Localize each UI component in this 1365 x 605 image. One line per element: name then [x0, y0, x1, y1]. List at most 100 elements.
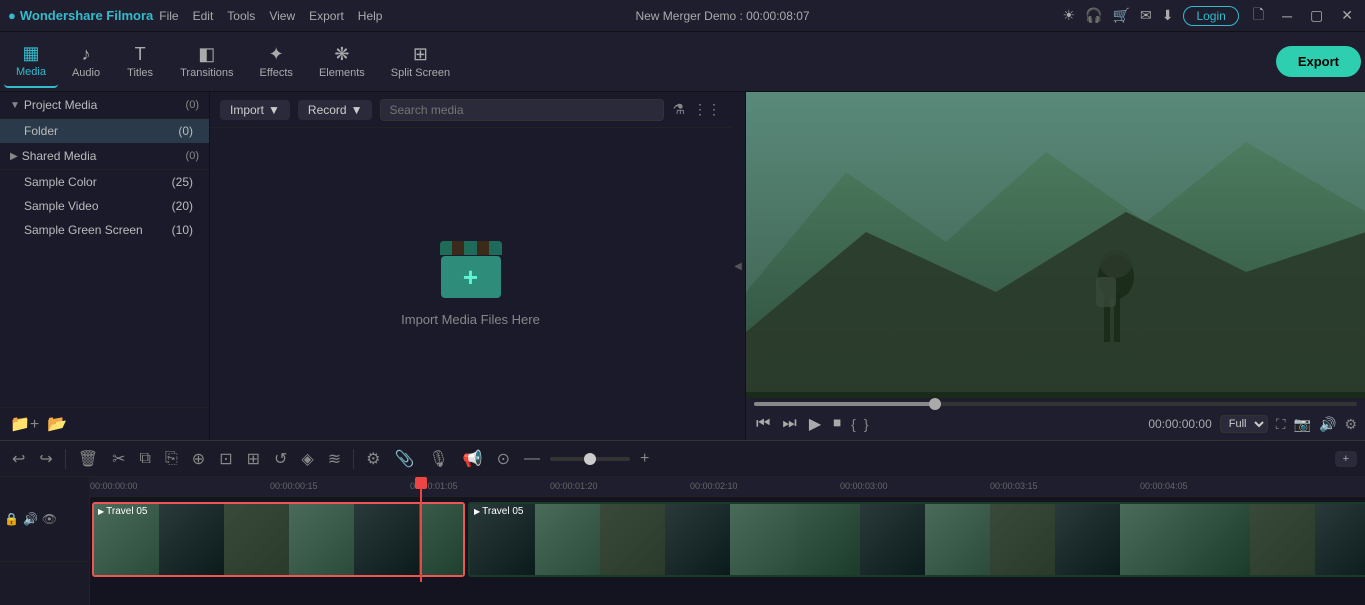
titlebar-left: ● Wondershare Filmora File Edit Tools Vi…: [8, 8, 382, 23]
media-toolbar: Import ▼ Record ▼ ⚗ ⋮⋮: [210, 92, 731, 128]
timeline: ↩ ↪ 🗑 ✂ ⧉ ⎘ ⊕ ⊡ ⊞ ↺ ◈ ≋ ⚙ 📎 🎙 📢 ⊙ — + + …: [0, 440, 1365, 605]
bracket-right-icon[interactable]: }: [864, 416, 869, 432]
titlebar: ● Wondershare Filmora File Edit Tools Vi…: [0, 0, 1365, 32]
sample-color-count: (25): [172, 175, 193, 189]
menu-edit[interactable]: Edit: [193, 9, 214, 23]
menu-view[interactable]: View: [269, 9, 295, 23]
resize-handle[interactable]: [731, 92, 745, 440]
zoom-out-icon[interactable]: —: [520, 448, 544, 470]
add-track-button[interactable]: +: [1335, 451, 1357, 467]
tab-splitscreen[interactable]: ⊞ Split Screen: [379, 36, 462, 88]
color-button[interactable]: ◈: [297, 447, 317, 471]
import-icon: +: [440, 241, 502, 298]
item-sample-color[interactable]: Sample Color (25): [0, 170, 209, 194]
record-button[interactable]: Record ▼: [298, 100, 373, 120]
preview-controls: ⏮ ⏭ ▶ ⏹ { } 00:00:00:00 Full 1/2 1/4 ⛶ 📷…: [746, 398, 1365, 440]
menu-export[interactable]: Export: [309, 9, 344, 23]
stop-button[interactable]: ⏹: [831, 413, 843, 435]
mic-icon[interactable]: 🎙: [424, 447, 452, 471]
video-clip-1[interactable]: ▶ Travel 05: [92, 502, 465, 577]
play-button[interactable]: ▶: [807, 412, 823, 436]
tab-transitions[interactable]: ◧ Transitions: [168, 36, 245, 88]
import-button[interactable]: Import ▼: [220, 100, 290, 120]
record-label: Record: [308, 103, 347, 117]
timeline-panel: 🔒 🔊 👁 00:00:00:00 00:00:00:15 00:00:01:0…: [0, 477, 1365, 605]
prev-frame-button[interactable]: ⏭: [780, 413, 798, 435]
zoom-in-icon[interactable]: +: [636, 448, 653, 470]
tab-media-label: Media: [16, 66, 46, 78]
minimize-icon[interactable]: ─: [1278, 8, 1296, 24]
menu-help[interactable]: Help: [358, 9, 383, 23]
login-button[interactable]: Login: [1183, 6, 1238, 26]
filter-icon[interactable]: ⚗: [672, 101, 685, 118]
step-back-button[interactable]: ⏮: [754, 413, 772, 435]
folder-icon[interactable]: 📂: [47, 414, 67, 434]
speaker-icon[interactable]: 🔊: [23, 512, 38, 526]
timeline-tracks[interactable]: 00:00:00:00 00:00:00:15 00:00:01:05 00:0…: [90, 477, 1365, 605]
ruler-tick: 00:00:02:10: [690, 481, 738, 491]
clip2-thumb12: [1185, 504, 1250, 577]
video-clip-2[interactable]: ▶ Travel 05: [468, 502, 1365, 577]
seekbar[interactable]: [754, 402, 1357, 406]
timecode-display: 00:00:00:00: [1148, 417, 1211, 431]
import-label: Import: [230, 103, 264, 117]
tab-titles[interactable]: T Titles: [114, 36, 166, 88]
tab-media[interactable]: ▦ Media: [4, 36, 58, 88]
item-sample-green[interactable]: Sample Green Screen (10): [0, 218, 209, 242]
clip2-thumb7: [860, 504, 925, 577]
settings2-icon[interactable]: ⚙: [362, 447, 384, 471]
screenshot-icon[interactable]: 📷: [1294, 416, 1311, 433]
seekbar-thumb[interactable]: [929, 398, 941, 410]
delete-button[interactable]: 🗑: [74, 447, 102, 471]
cut-button[interactable]: ✂: [108, 447, 129, 471]
copy-button[interactable]: ⧉: [136, 448, 155, 470]
volume-icon[interactable]: 🔊: [1319, 416, 1336, 433]
tab-audio[interactable]: ♪ Audio: [60, 36, 112, 88]
clip2-thumb5: [730, 504, 795, 577]
item-sample-video[interactable]: Sample Video (20): [0, 194, 209, 218]
transitions-icon: ◧: [198, 44, 215, 65]
bracket-left-icon[interactable]: {: [851, 416, 856, 432]
notification-icon[interactable]: ✉: [1140, 7, 1152, 24]
section-shared-media[interactable]: ▶ Shared Media (0): [0, 143, 209, 170]
crop-button[interactable]: ⊞: [243, 447, 264, 471]
section-project-media[interactable]: ▼ Project Media (0): [0, 92, 209, 119]
undo-button[interactable]: ↩: [8, 447, 29, 471]
download-icon[interactable]: ⬇: [1162, 7, 1174, 24]
tab-effects[interactable]: ✦ Effects: [248, 36, 305, 88]
menu-tools[interactable]: Tools: [227, 9, 255, 23]
restore-icon[interactable]: 🗋: [1249, 4, 1268, 28]
section-count: (0): [186, 150, 199, 162]
grid-icon[interactable]: ⋮⋮: [693, 101, 721, 118]
headphone-icon[interactable]: 🎧: [1085, 7, 1102, 24]
paste-button[interactable]: ⎘: [161, 448, 182, 470]
eye-icon[interactable]: 👁: [42, 512, 57, 526]
timeline-track-labels: 🔒 🔊 👁: [0, 477, 90, 605]
video-bg: [746, 92, 1365, 398]
export-button[interactable]: Export: [1276, 46, 1361, 77]
ripple-button[interactable]: ⊡: [215, 447, 236, 471]
item-folder[interactable]: Folder (0): [0, 119, 209, 143]
cart-icon[interactable]: 🛒: [1113, 7, 1130, 24]
sticker-icon[interactable]: ⊙: [493, 447, 514, 471]
clip-icon[interactable]: 📎: [390, 447, 418, 471]
close-icon[interactable]: ✕: [1337, 7, 1357, 24]
maximize-icon[interactable]: ▢: [1306, 7, 1327, 24]
quality-select[interactable]: Full 1/2 1/4: [1220, 415, 1268, 433]
redo-button[interactable]: ↪: [35, 447, 56, 471]
lock-icon[interactable]: 🔒: [4, 512, 19, 526]
add-folder-icon[interactable]: 📁+: [10, 414, 39, 434]
search-input[interactable]: [380, 99, 664, 121]
settings-icon[interactable]: ⚙: [1344, 416, 1357, 433]
fullscreen-icon[interactable]: ⛶: [1276, 416, 1286, 433]
voice-icon[interactable]: 📢: [459, 447, 487, 471]
audio-button[interactable]: ≋: [324, 447, 345, 471]
track-info: 🔒 🔊 👁: [0, 477, 89, 562]
rotate-button[interactable]: ↺: [270, 447, 291, 471]
stabilize-button[interactable]: ⊕: [188, 447, 209, 471]
menu-file[interactable]: File: [159, 9, 178, 23]
sun-icon[interactable]: ☀: [1063, 7, 1076, 24]
video-scene-svg: [746, 92, 1365, 392]
zoom-slider[interactable]: [550, 457, 630, 461]
tab-elements[interactable]: ❋ Elements: [307, 36, 377, 88]
